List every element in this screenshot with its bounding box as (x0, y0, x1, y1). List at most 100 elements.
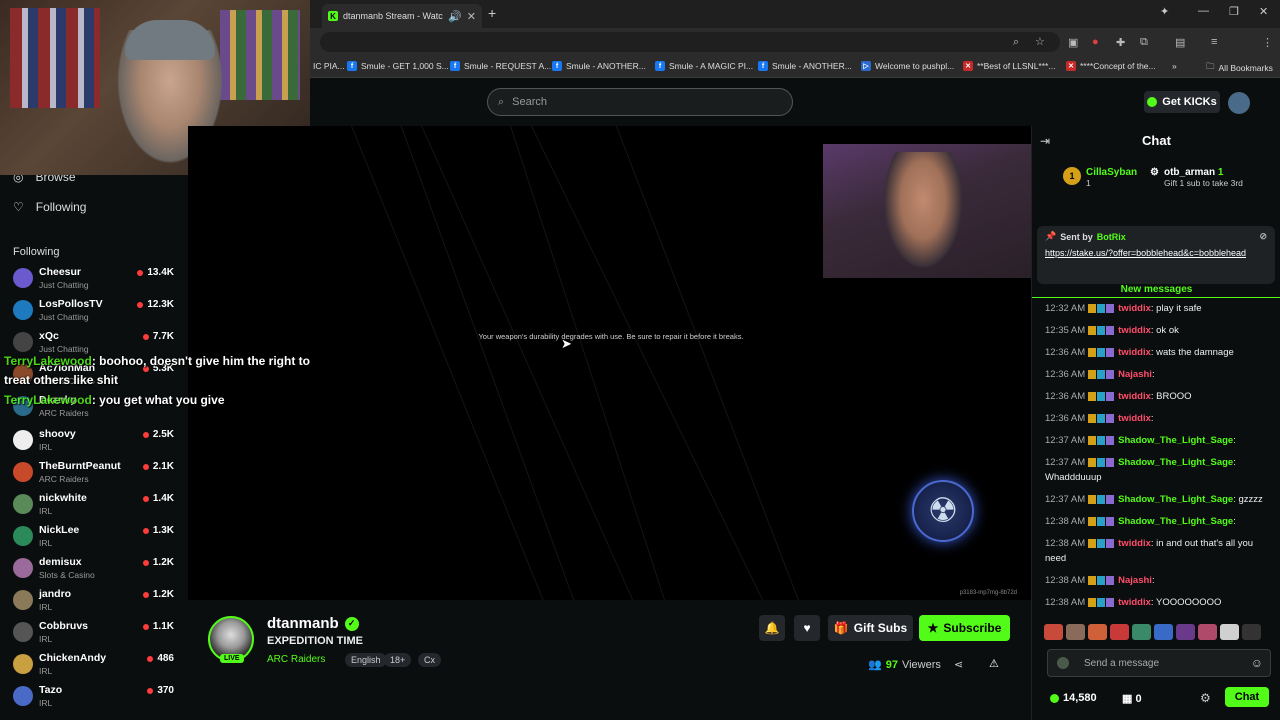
sidebar-channel-item[interactable]: ChickenAndy IRL 486 (13, 652, 178, 684)
extensions-puzzle-icon[interactable]: ⧉ (1140, 36, 1148, 49)
video-player[interactable]: Your weapon's durability degrades with u… (188, 126, 1031, 600)
sidebar-channel-item[interactable]: Cobbruvs IRL 1.1K (13, 620, 178, 652)
sidebar-channel-item[interactable]: NickLee IRL 1.3K (13, 524, 178, 556)
pinned-link[interactable]: https://stake.us/?offer=bobblehead&c=bob… (1045, 248, 1267, 260)
message-user[interactable]: twiddix (1118, 413, 1151, 424)
sidebar-channel-item[interactable]: nickwhite IRL 1.4K (13, 492, 178, 524)
streamer-name[interactable]: dtanmanb ✓ (267, 615, 359, 632)
message-user[interactable]: Shadow_The_Light_Sage (1118, 516, 1233, 527)
sidepanel-icon[interactable]: ▤ (1175, 36, 1185, 49)
bookmark-item[interactable]: ▷ Welcome to pushpl... (861, 61, 954, 71)
tag-language[interactable]: English (345, 653, 387, 667)
tag-age[interactable]: 18+ (384, 653, 412, 667)
sidebar-channel-item[interactable]: TheBurntPeanut ARC Raiders 2.1K (13, 460, 178, 492)
bookmark-item[interactable]: f Smule - ANOTHER... (758, 61, 852, 71)
gifts-count[interactable]: ▦ 0 (1122, 692, 1142, 705)
all-bookmarks-folder[interactable]: 🗀 All Bookmarks (1206, 61, 1273, 75)
sidebar-channel-item[interactable]: Cheesur Just Chatting 13.4K (13, 266, 178, 298)
more-menu-icon[interactable]: ⋮ (1262, 36, 1273, 49)
bookmarks-overflow-icon[interactable]: » (1172, 61, 1177, 71)
extension-b-icon[interactable]: ● (1092, 36, 1099, 48)
message-user[interactable]: Shadow_The_Light_Sage (1118, 435, 1233, 446)
message-user[interactable]: Najashi (1118, 369, 1152, 380)
sidebar-channel-item[interactable]: jandro IRL 1.2K (13, 588, 178, 620)
new-messages-divider[interactable]: New messages (1032, 284, 1280, 298)
chat-message[interactable]: 12:35 AM twiddix: ok ok (1045, 324, 1270, 339)
chat-message[interactable]: 12:37 AM Shadow_The_Light_Sage: gzzzz (1045, 493, 1270, 508)
chat-message[interactable]: 12:36 AM twiddix: (1045, 412, 1270, 427)
emote-icon[interactable] (1154, 624, 1173, 640)
chat-message[interactable]: 12:36 AM twiddix: wats the damnage (1045, 346, 1270, 361)
sidebar-channel-item[interactable]: Tazo IRL 370 (13, 684, 178, 716)
emote-icon[interactable] (1242, 624, 1261, 640)
emote-icon[interactable] (1088, 624, 1107, 640)
emote-icon[interactable] (1220, 624, 1239, 640)
close-tab-icon[interactable]: ✕ (467, 10, 476, 23)
extension-a-icon[interactable]: ▣ (1068, 36, 1078, 49)
chat-message[interactable]: 12:38 AM Shadow_The_Light_Sage: (1045, 515, 1270, 530)
chat-message[interactable]: 12:38 AM twiddix: YOOOOOOOO (1045, 596, 1270, 611)
speaker-icon[interactable]: 🔊 (448, 10, 462, 23)
chat-message[interactable]: 12:37 AM Shadow_The_Light_Sage: (1045, 434, 1270, 449)
emote-icon[interactable] (1176, 624, 1195, 640)
message-user[interactable]: Shadow_The_Light_Sage (1118, 494, 1233, 505)
subscribe-button[interactable]: ★ Subscribe (919, 615, 1010, 641)
gift-subs-button[interactable]: 🎁 Gift Subs (828, 615, 913, 641)
new-tab-button[interactable]: + (488, 5, 496, 21)
bookmark-item[interactable]: f Smule - REQUEST A... (450, 61, 551, 71)
pinned-message[interactable]: 📌 Sent by BotRix ⊘ https://stake.us/?off… (1037, 226, 1275, 284)
minimize-icon[interactable]: — (1198, 5, 1209, 17)
emoji-picker-icon[interactable]: ☺ (1251, 656, 1263, 670)
bookmark-item[interactable]: f Smule - A MAGIC PI... (655, 61, 753, 71)
bookmark-item[interactable]: f Smule - GET 1,000 S... (347, 61, 449, 71)
zoom-icon[interactable]: ⌕ (1013, 36, 1019, 49)
chat-message[interactable]: 12:36 AM Najashi: (1045, 368, 1270, 383)
media-icon[interactable]: ≡ (1211, 36, 1217, 48)
url-field[interactable] (320, 32, 1060, 52)
chat-message[interactable]: 12:38 AM Najashi: (1045, 574, 1270, 589)
notification-bell-button[interactable]: 🔔 (759, 615, 785, 641)
chat-message[interactable]: 12:36 AM twiddix: BROOO (1045, 390, 1270, 405)
message-user[interactable]: twiddix (1118, 538, 1151, 549)
sidebar-following[interactable]: ♡ Following (13, 200, 86, 214)
bookmark-item[interactable]: ✕ ****Concept of the... (1066, 61, 1156, 71)
message-user[interactable]: twiddix (1118, 325, 1151, 336)
chat-message[interactable]: 12:38 AM twiddix: in and out that's all y… (1045, 537, 1270, 566)
message-user[interactable]: twiddix (1118, 597, 1151, 608)
search-input[interactable]: ⌕ Search (487, 88, 793, 116)
close-window-icon[interactable]: ✕ (1259, 5, 1268, 18)
chat-message[interactable]: 12:32 AM twiddix: play it safe (1045, 302, 1270, 317)
emote-icon[interactable] (1198, 624, 1217, 640)
sidebar-channel-item[interactable]: LosPollosTV Just Chatting 12.3K (13, 298, 178, 330)
bookmark-star-icon[interactable]: ☆ (1035, 35, 1045, 48)
browser-tab[interactable]: K dtanmanb Stream - Watch L 🔊 ✕ (322, 4, 482, 28)
sidebar-channel-item[interactable]: shoovy IRL 2.5K (13, 428, 178, 460)
send-message-input[interactable]: Send a message ☺ (1047, 649, 1271, 677)
message-user[interactable]: twiddix (1118, 347, 1151, 358)
user-avatar[interactable] (1228, 92, 1250, 114)
restore-icon[interactable]: ❐ (1229, 5, 1239, 18)
chat-message[interactable]: 12:37 AM Shadow_The_Light_Sage: Whaddduuu… (1045, 456, 1270, 485)
share-icon[interactable]: ⋖ (954, 658, 963, 671)
emote-icon[interactable] (1066, 624, 1085, 640)
send-chat-button[interactable]: Chat (1225, 687, 1269, 707)
tag-cx[interactable]: Cx (418, 653, 441, 667)
kicks-balance[interactable]: 14,580 (1050, 692, 1097, 704)
emote-icon[interactable] (1132, 624, 1151, 640)
bookmark-item[interactable]: ✕ **Best of LLSNL***... (963, 61, 1055, 71)
emote-icon[interactable] (1110, 624, 1129, 640)
report-warning-icon[interactable]: ⚠ (989, 657, 999, 670)
bookmark-item[interactable]: IC PIA... (313, 61, 345, 71)
unpin-icon[interactable]: ⊘ (1259, 231, 1267, 242)
message-user[interactable]: Shadow_The_Light_Sage (1118, 457, 1233, 468)
stream-category-link[interactable]: ARC Raiders (267, 654, 325, 665)
extension-c-icon[interactable]: ✚ (1116, 36, 1125, 49)
chat-settings-gear-icon[interactable]: ⚙ (1200, 691, 1211, 705)
sidebar-channel-item[interactable]: demisux Slots & Casino 1.2K (13, 556, 178, 588)
message-user[interactable]: twiddix (1118, 391, 1151, 402)
bookmark-item[interactable]: f Smule - ANOTHER... (552, 61, 646, 71)
extension-icon[interactable]: ✦ (1160, 5, 1169, 18)
message-user[interactable]: twiddix (1118, 303, 1151, 314)
get-kicks-button[interactable]: Get KICKs (1144, 91, 1220, 113)
message-user[interactable]: Najashi (1118, 575, 1152, 586)
